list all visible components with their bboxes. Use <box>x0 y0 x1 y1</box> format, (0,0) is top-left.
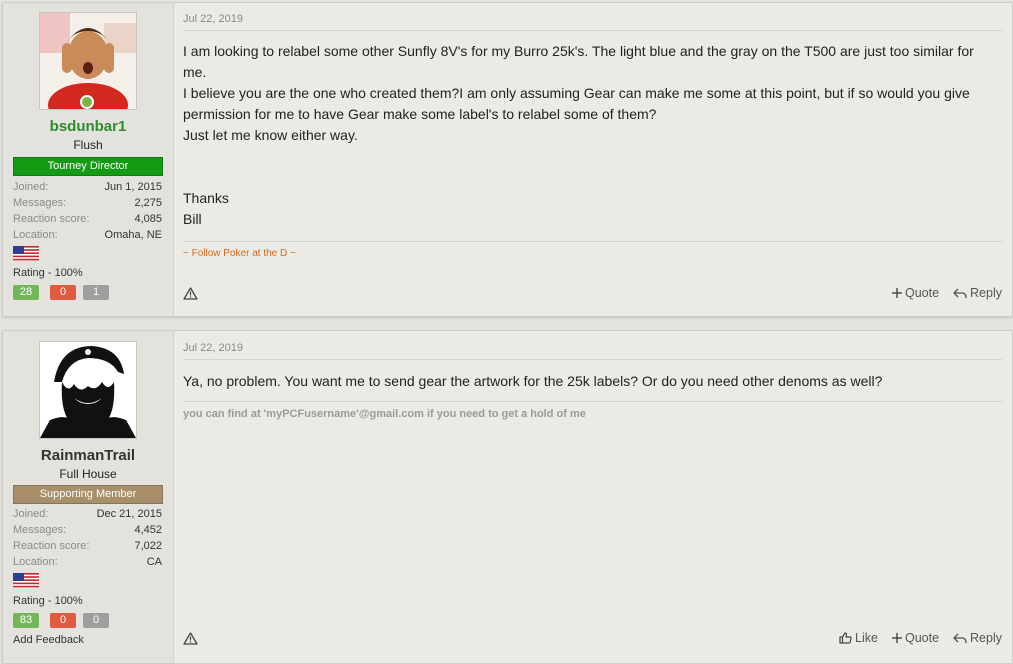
divider <box>183 30 1002 31</box>
post-main: Jul 22, 2019 Ya, no problem. You want me… <box>173 331 1012 663</box>
quote-label: Quote <box>904 631 940 645</box>
reply-button[interactable]: Reply <box>953 631 1002 645</box>
signature: you can find at 'myPCFusername'@gmail.co… <box>183 408 586 420</box>
user-banner: Tourney Director <box>13 157 163 176</box>
stat-label: Reaction score: <box>13 540 90 552</box>
report-warning-icon[interactable] <box>183 287 198 305</box>
like-button[interactable]: Like <box>839 631 878 645</box>
post-date[interactable]: Jul 22, 2019 <box>183 13 243 25</box>
feedback-neutral[interactable]: 0 <box>83 613 109 628</box>
plus-icon <box>891 288 902 298</box>
stat-value: 4,452 <box>134 524 162 536</box>
quote-label: Quote <box>904 286 940 300</box>
us-flag-icon <box>13 573 39 588</box>
stat-messages: Messages: 2,275 <box>13 195 162 211</box>
stat-value: Omaha, NE <box>104 229 162 241</box>
reply-label: Reply <box>970 286 1002 300</box>
like-label: Like <box>855 631 878 645</box>
body-line: Ya, no problem. You want me to send gear… <box>183 373 883 389</box>
online-status-icon <box>80 95 94 109</box>
stat-label: Location: <box>13 229 58 241</box>
user-title: Full House <box>59 467 117 481</box>
feedback-negative[interactable]: 0 <box>50 285 76 300</box>
body-line <box>183 146 998 167</box>
message-post: bsdunbar1 Flush Tourney Director Joined:… <box>2 2 1013 317</box>
post-actions: Quote Reply <box>891 286 1002 300</box>
thumbs-up-icon <box>839 632 852 644</box>
stat-value: 7,022 <box>134 540 162 552</box>
post-date[interactable]: Jul 22, 2019 <box>183 342 243 354</box>
post-body: I am looking to relabel some other Sunfl… <box>183 41 998 230</box>
stat-value: Dec 21, 2015 <box>96 508 162 520</box>
stat-joined: Joined: Dec 21, 2015 <box>13 506 162 522</box>
body-line: I am looking to relabel some other Sunfl… <box>183 43 974 80</box>
stat-label: Joined: <box>13 181 49 193</box>
stat-joined: Joined: Jun 1, 2015 <box>13 179 162 195</box>
quote-button[interactable]: Quote <box>891 286 940 300</box>
body-line: Bill <box>183 211 202 227</box>
feedback-neutral[interactable]: 1 <box>83 285 109 300</box>
username[interactable]: RainmanTrail <box>3 447 173 464</box>
reply-button[interactable]: Reply <box>953 286 1002 300</box>
signature-divider <box>183 241 1002 242</box>
stat-messages: Messages: 4,452 <box>13 522 162 538</box>
avatar-stencil-portrait-icon <box>40 342 136 438</box>
stat-label: Messages: <box>13 197 67 209</box>
message-post: RainmanTrail Full House Supporting Membe… <box>2 330 1013 664</box>
divider <box>183 359 1002 360</box>
quote-button[interactable]: Quote <box>891 631 940 645</box>
user-sidebar: RainmanTrail Full House Supporting Membe… <box>3 331 174 663</box>
stat-reaction-score: Reaction score: 4,085 <box>13 211 162 227</box>
user-banner: Supporting Member <box>13 485 163 504</box>
reply-label: Reply <box>970 631 1002 645</box>
stat-value: 2,275 <box>134 197 162 209</box>
stat-reaction-score: Reaction score: 7,022 <box>13 538 162 554</box>
stat-label: Joined: <box>13 508 49 520</box>
feedback-positive[interactable]: 28 <box>13 285 39 300</box>
stat-value: 4,085 <box>134 213 162 225</box>
add-feedback-link[interactable]: Add Feedback <box>13 634 84 646</box>
post-actions: Like Quote Reply <box>839 631 1002 645</box>
feedback-positive[interactable]: 83 <box>13 613 39 628</box>
stat-label: Reaction score: <box>13 213 90 225</box>
rating-text: Rating - 100% <box>13 267 83 279</box>
user-title: Flush <box>73 138 103 152</box>
user-avatar[interactable] <box>39 341 137 439</box>
reply-arrow-icon <box>953 288 967 298</box>
stat-location: Location: Omaha, NE <box>13 227 162 243</box>
post-body: Ya, no problem. You want me to send gear… <box>183 371 998 392</box>
report-warning-icon[interactable] <box>183 632 198 650</box>
stat-value: CA <box>146 556 162 568</box>
stat-label: Location: <box>13 556 58 568</box>
feedback-negative[interactable]: 0 <box>50 613 76 628</box>
body-line: I believe you are the one who created th… <box>183 85 970 122</box>
us-flag-icon <box>13 246 39 261</box>
rating-text: Rating - 100% <box>13 595 83 607</box>
signature-divider <box>183 401 1002 402</box>
username[interactable]: bsdunbar1 <box>3 118 173 135</box>
stat-label: Messages: <box>13 524 67 536</box>
stat-location: Location: CA <box>13 554 162 570</box>
body-line: Thanks <box>183 190 229 206</box>
post-main: Jul 22, 2019 I am looking to relabel som… <box>173 3 1012 316</box>
user-sidebar: bsdunbar1 Flush Tourney Director Joined:… <box>3 3 174 316</box>
plus-icon <box>891 633 902 643</box>
signature[interactable]: ~ Follow Poker at the D ~ <box>183 248 296 259</box>
reply-arrow-icon <box>953 633 967 643</box>
stat-value: Jun 1, 2015 <box>104 181 163 193</box>
body-line: Just let me know either way. <box>183 127 358 143</box>
body-line <box>183 167 998 188</box>
